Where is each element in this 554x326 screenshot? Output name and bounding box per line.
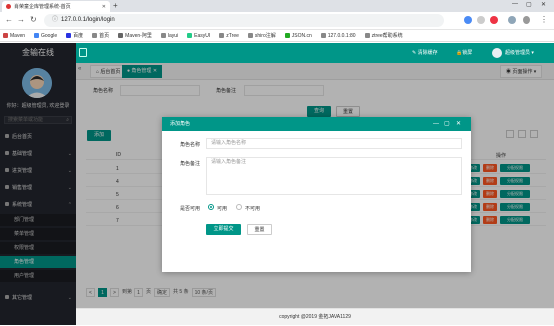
radio-unavailable[interactable] <box>236 204 242 210</box>
minimize-icon[interactable]: — <box>512 1 518 7</box>
bookmark-item[interactable]: Maven <box>3 32 25 39</box>
url-text: 127.0.0.1/login/login <box>61 17 115 23</box>
bookmark-icon <box>34 32 40 38</box>
maximize-icon[interactable]: ▢ <box>526 1 532 8</box>
bookmark-item[interactable]: Maven-阿里 <box>118 32 152 39</box>
bookmark-icon <box>187 32 193 38</box>
browser-tab[interactable]: 肖荣童企库管理系统-首页 ✕ <box>2 1 110 12</box>
bookmark-icon <box>284 32 290 38</box>
extension-icon-3[interactable] <box>490 16 498 24</box>
clear-cache-button[interactable]: ✎ 清除缓存 <box>412 43 438 63</box>
menu-toggle-icon[interactable] <box>79 48 87 57</box>
lock-screen-button[interactable]: 🔒锁屏 <box>456 43 472 63</box>
footer: copyright @2019 金拓JAVA1129 <box>76 308 554 325</box>
close-dialog-icon[interactable]: ✕ <box>456 117 461 131</box>
browser-tab-title: 肖荣童企库管理系统-首页 <box>14 4 71 10</box>
dialog-avail-label: 是否可用 <box>180 206 201 212</box>
bookmark-item[interactable]: 127.0.0.1:80 <box>320 32 356 39</box>
reload-icon[interactable]: ↻ <box>30 15 37 25</box>
bookmark-item[interactable]: zTree <box>219 32 239 39</box>
bookmark-icon <box>3 32 8 38</box>
url-input[interactable]: ⓘ 127.0.0.1/login/login <box>44 14 444 27</box>
radio-available-label[interactable]: 可用 <box>217 205 227 212</box>
role-name-input[interactable]: 请输入角色名称 <box>206 138 462 149</box>
bookmark-icon <box>92 33 98 38</box>
user-avatar-icon[interactable] <box>492 48 502 58</box>
profile-icon[interactable] <box>508 16 516 24</box>
minimize-dialog-icon[interactable]: — <box>433 117 439 131</box>
bookmark-item[interactable]: 百度 <box>66 32 83 39</box>
bookmarks-bar: Maven Google 百度 首页 Maven-阿里 layui EasyUI… <box>0 30 554 42</box>
bookmark-icon <box>364 33 370 38</box>
role-remark-textarea[interactable]: 请输入角色备注 <box>206 157 462 195</box>
submit-button[interactable]: 立即提交 <box>206 224 241 235</box>
dialog-remark-label: 角色备注 <box>180 161 201 167</box>
bookmark-icon <box>247 33 253 38</box>
close-window-icon[interactable]: ✕ <box>541 1 546 8</box>
bookmark-icon <box>118 33 124 38</box>
forward-icon[interactable]: → <box>17 15 25 25</box>
bookmark-item[interactable]: Google <box>34 32 57 39</box>
info-icon: ⓘ <box>52 17 59 23</box>
bookmark-icon <box>219 32 225 38</box>
bookmark-item[interactable]: JSON.cn <box>284 32 312 39</box>
dialog-name-label: 角色名称 <box>180 142 201 148</box>
bookmark-item[interactable]: EasyUI <box>187 32 210 39</box>
maximize-dialog-icon[interactable]: ▢ <box>444 117 450 131</box>
bookmark-item[interactable]: ztree帮助系统 <box>364 32 403 39</box>
favicon-icon <box>6 4 11 9</box>
radio-available[interactable] <box>208 204 214 210</box>
new-tab-icon[interactable]: + <box>113 2 118 10</box>
close-tab-icon[interactable]: ✕ <box>102 4 106 10</box>
extension-icon[interactable] <box>464 16 472 24</box>
user-menu[interactable]: 超级管理员 ▾ <box>505 43 534 63</box>
browser-menu-icon[interactable]: ⋮ <box>540 15 548 24</box>
bookmark-item[interactable]: 首页 <box>92 32 109 39</box>
top-bar <box>76 43 554 63</box>
bookmark-item[interactable]: layui <box>160 32 178 39</box>
dialog-title: 添加角色 <box>162 117 471 131</box>
bookmark-icon <box>160 32 166 38</box>
back-icon[interactable]: ← <box>5 15 13 25</box>
sidebar-overlay <box>0 43 76 325</box>
bookmark-icon <box>320 32 326 38</box>
bookmark-item[interactable]: shiro注解 <box>247 32 276 39</box>
bookmark-icon <box>66 33 72 38</box>
extension-icon-2[interactable] <box>477 16 485 24</box>
radio-unavailable-label[interactable]: 不可用 <box>245 205 260 212</box>
profile-icon-2[interactable] <box>523 16 530 24</box>
dialog-reset-button[interactable]: 重置 <box>247 224 272 235</box>
